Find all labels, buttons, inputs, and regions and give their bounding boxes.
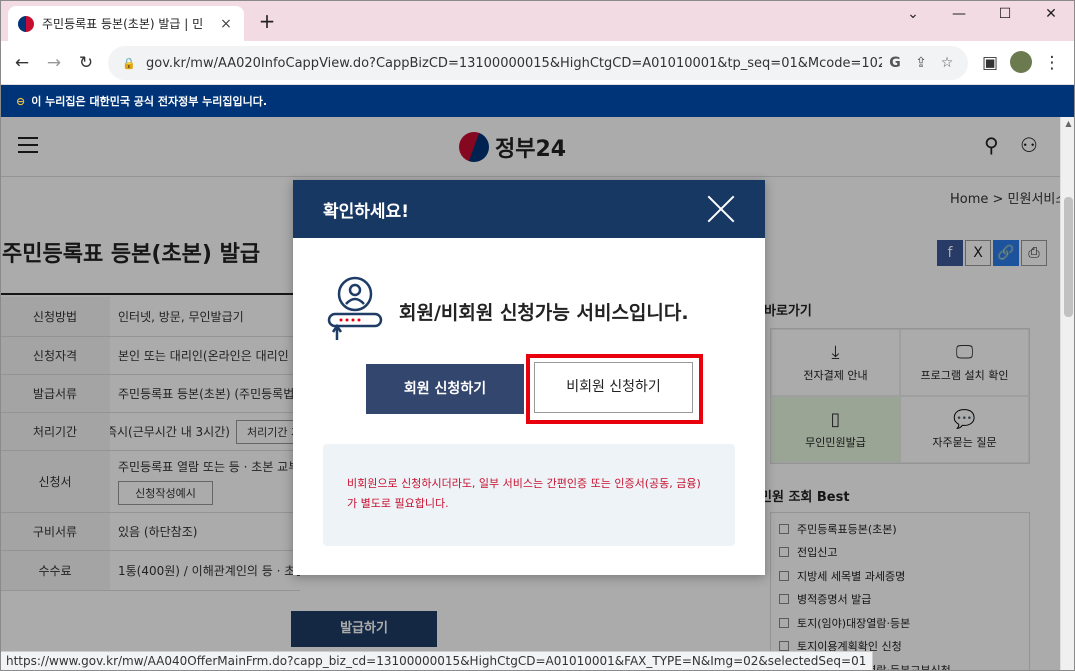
member-apply-button[interactable]: 회원 신청하기	[366, 364, 524, 414]
lock-icon: 🔒	[122, 56, 136, 70]
page-scrollbar[interactable]: ▲	[1060, 117, 1075, 671]
status-bar-url: https://www.gov.kr/mw/AA040OfferMainFrm.…	[0, 651, 874, 671]
modal-message: 회원/비회원 신청가능 서비스입니다.	[399, 302, 689, 324]
tab-title: 주민등록표 등본(초본) 발급 | 민	[42, 17, 204, 31]
browser-toolbar: ← → ↻ 🔒 gov.kr/mw/AA020InfoCappView.do?C…	[0, 41, 1075, 85]
new-tab-button[interactable]: +	[255, 9, 279, 33]
browser-tab[interactable]: 주민등록표 등본(초본) 발급 | 민 ×	[8, 6, 244, 41]
url-text[interactable]: gov.kr/mw/AA020InfoCappView.do?CappBizCD…	[146, 56, 882, 71]
member-card-icon	[327, 276, 383, 340]
gov-banner: ⊖ 이 누리집은 대한민국 공식 전자정부 누리집입니다.	[0, 85, 1075, 117]
modal-title: 확인하세요!	[323, 201, 409, 222]
scroll-up-icon[interactable]: ▲	[1061, 119, 1075, 128]
address-bar[interactable]: 🔒 gov.kr/mw/AA020InfoCappView.do?CappBiz…	[108, 46, 968, 80]
maximize-button[interactable]: ☐	[990, 6, 1020, 22]
gov-banner-text: 이 누리집은 대한민국 공식 전자정부 누리집입니다.	[31, 95, 268, 108]
guest-apply-button[interactable]: 비회원 신청하기	[534, 362, 693, 413]
gov-mark-icon: ⊖	[16, 94, 26, 108]
forward-icon[interactable]: →	[42, 51, 66, 75]
browser-menu-icon[interactable]: ⋮	[1040, 51, 1064, 75]
tab-strip: 주민등록표 등본(초본) 발급 | 민 × + ⌄ — ☐ ✕	[0, 0, 1075, 41]
share-icon[interactable]: ⇪	[908, 55, 934, 71]
close-window-button[interactable]: ✕	[1036, 6, 1066, 22]
tab-close-icon[interactable]: ×	[218, 16, 234, 32]
notice-line: 비회원으로 신청하시더라도, 일부 서비스는 간편인증 또는 인증서(공동, 금…	[347, 477, 701, 490]
favicon-icon	[18, 15, 34, 32]
profile-avatar[interactable]	[1010, 51, 1032, 73]
close-icon[interactable]	[707, 195, 735, 223]
side-panel-icon[interactable]: ▣	[978, 51, 1002, 75]
tab-search-icon[interactable]: ⌄	[898, 6, 928, 22]
bookmark-star-icon[interactable]: ☆	[934, 55, 960, 71]
modal-header: 확인하세요!	[293, 180, 765, 238]
back-icon[interactable]: ←	[10, 51, 34, 75]
modal-notice: 비회원으로 신청하시더라도, 일부 서비스는 간편인증 또는 인증서(공동, 금…	[323, 444, 735, 546]
minimize-button[interactable]: —	[944, 6, 974, 22]
reload-icon[interactable]: ↻	[74, 51, 98, 75]
confirm-modal: 확인하세요! 회원/비회원 신청가능 서비스입니다. 회원 신청하기 비회원 신…	[293, 180, 765, 575]
notice-line: 가 별도로 필요합니다.	[347, 497, 449, 510]
google-icon[interactable]: G	[882, 55, 908, 71]
scrollbar-thumb[interactable]	[1064, 197, 1073, 317]
